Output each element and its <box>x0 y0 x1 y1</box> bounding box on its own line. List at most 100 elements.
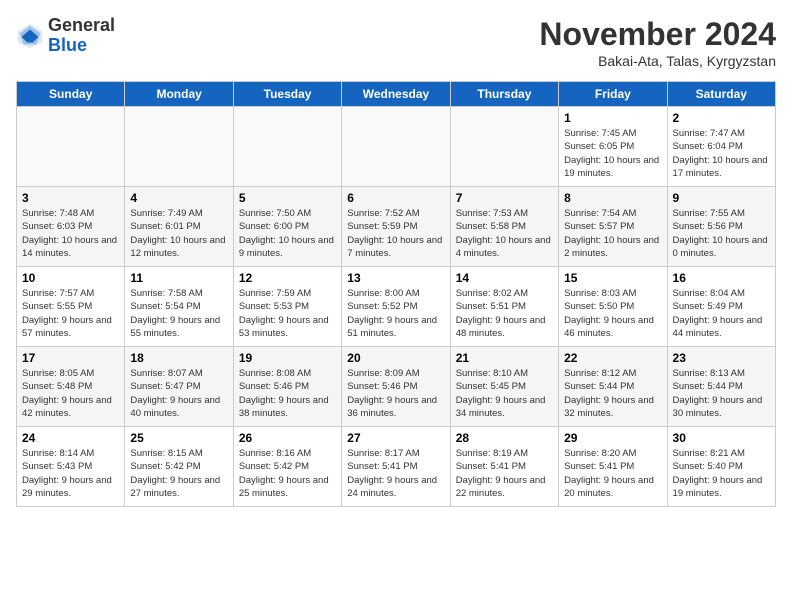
calendar-week-row: 10 Sunrise: 7:57 AM Sunset: 5:55 PM Dayli… <box>17 267 776 347</box>
day-number: 24 <box>22 431 119 445</box>
day-info: Sunrise: 8:08 AM Sunset: 5:46 PM Dayligh… <box>239 367 336 420</box>
weekday-header-friday: Friday <box>559 82 667 107</box>
location-subtitle: Bakai-Ata, Talas, Kyrgyzstan <box>539 53 776 69</box>
day-info: Sunrise: 8:00 AM Sunset: 5:52 PM Dayligh… <box>347 287 444 340</box>
day-info: Sunrise: 7:50 AM Sunset: 6:00 PM Dayligh… <box>239 207 336 260</box>
empty-day-cell <box>342 107 450 187</box>
day-cell-2: 2Sunrise: 7:47 AM Sunset: 6:04 PM Daylig… <box>667 107 775 187</box>
day-info: Sunrise: 7:52 AM Sunset: 5:59 PM Dayligh… <box>347 207 444 260</box>
day-cell-7: 7Sunrise: 7:53 AM Sunset: 5:58 PM Daylig… <box>450 187 558 267</box>
calendar-week-row: 3 Sunrise: 7:48 AM Sunset: 6:03 PM Daylig… <box>17 187 776 267</box>
day-number: 27 <box>347 431 444 445</box>
weekday-header-wednesday: Wednesday <box>342 82 450 107</box>
empty-day-cell <box>17 107 125 187</box>
day-number: 16 <box>673 271 770 285</box>
day-cell-15: 15 Sunrise: 8:03 AM Sunset: 5:50 PM Dayli… <box>559 267 667 347</box>
month-year-title: November 2024 <box>539 16 776 53</box>
day-info: Sunrise: 8:19 AM Sunset: 5:41 PM Dayligh… <box>456 447 553 500</box>
day-number: 15 <box>564 271 661 285</box>
weekday-header-thursday: Thursday <box>450 82 558 107</box>
day-number: 21 <box>456 351 553 365</box>
day-info: Sunrise: 8:16 AM Sunset: 5:42 PM Dayligh… <box>239 447 336 500</box>
day-info: Sunrise: 7:57 AM Sunset: 5:55 PM Dayligh… <box>22 287 119 340</box>
title-block: November 2024 Bakai-Ata, Talas, Kyrgyzst… <box>539 16 776 69</box>
day-number: 12 <box>239 271 336 285</box>
day-cell-28: 28Sunrise: 8:19 AM Sunset: 5:41 PM Dayli… <box>450 427 558 507</box>
day-number: 10 <box>22 271 119 285</box>
calendar-header-row: SundayMondayTuesdayWednesdayThursdayFrid… <box>17 82 776 107</box>
weekday-header-sunday: Sunday <box>17 82 125 107</box>
day-cell-12: 12 Sunrise: 7:59 AM Sunset: 5:53 PM Dayli… <box>233 267 341 347</box>
day-info: Sunrise: 7:58 AM Sunset: 5:54 PM Dayligh… <box>130 287 227 340</box>
day-number: 19 <box>239 351 336 365</box>
day-info: Sunrise: 8:13 AM Sunset: 5:44 PM Dayligh… <box>673 367 770 420</box>
day-info: Sunrise: 7:59 AM Sunset: 5:53 PM Dayligh… <box>239 287 336 340</box>
logo-general-text: General <box>48 16 115 36</box>
day-number: 13 <box>347 271 444 285</box>
day-info: Sunrise: 8:12 AM Sunset: 5:44 PM Dayligh… <box>564 367 661 420</box>
day-cell-27: 27 Sunrise: 8:17 AM Sunset: 5:41 PM Dayli… <box>342 427 450 507</box>
day-cell-8: 8Sunrise: 7:54 AM Sunset: 5:57 PM Daylig… <box>559 187 667 267</box>
day-cell-18: 18 Sunrise: 8:07 AM Sunset: 5:47 PM Dayli… <box>125 347 233 427</box>
day-info: Sunrise: 7:53 AM Sunset: 5:58 PM Dayligh… <box>456 207 553 260</box>
calendar-week-row: 1 Sunrise: 7:45 AM Sunset: 6:05 PM Daylig… <box>17 107 776 187</box>
day-info: Sunrise: 8:15 AM Sunset: 5:42 PM Dayligh… <box>130 447 227 500</box>
day-number: 18 <box>130 351 227 365</box>
day-number: 1 <box>564 111 661 125</box>
day-number: 30 <box>673 431 770 445</box>
day-cell-23: 23 Sunrise: 8:13 AM Sunset: 5:44 PM Dayli… <box>667 347 775 427</box>
day-number: 29 <box>564 431 661 445</box>
day-cell-4: 4 Sunrise: 7:49 AM Sunset: 6:01 PM Daylig… <box>125 187 233 267</box>
weekday-header-monday: Monday <box>125 82 233 107</box>
day-info: Sunrise: 7:49 AM Sunset: 6:01 PM Dayligh… <box>130 207 227 260</box>
day-cell-5: 5 Sunrise: 7:50 AM Sunset: 6:00 PM Daylig… <box>233 187 341 267</box>
weekday-header-tuesday: Tuesday <box>233 82 341 107</box>
logo-icon <box>16 22 44 50</box>
day-info: Sunrise: 8:07 AM Sunset: 5:47 PM Dayligh… <box>130 367 227 420</box>
day-info: Sunrise: 8:09 AM Sunset: 5:46 PM Dayligh… <box>347 367 444 420</box>
weekday-header-saturday: Saturday <box>667 82 775 107</box>
day-info: Sunrise: 8:20 AM Sunset: 5:41 PM Dayligh… <box>564 447 661 500</box>
day-cell-21: 21 Sunrise: 8:10 AM Sunset: 5:45 PM Dayli… <box>450 347 558 427</box>
day-number: 14 <box>456 271 553 285</box>
day-cell-10: 10 Sunrise: 7:57 AM Sunset: 5:55 PM Dayli… <box>17 267 125 347</box>
day-number: 22 <box>564 351 661 365</box>
calendar-week-row: 24 Sunrise: 8:14 AM Sunset: 5:43 PM Dayli… <box>17 427 776 507</box>
day-info: Sunrise: 8:14 AM Sunset: 5:43 PM Dayligh… <box>22 447 119 500</box>
empty-day-cell <box>233 107 341 187</box>
day-cell-16: 16 Sunrise: 8:04 AM Sunset: 5:49 PM Dayli… <box>667 267 775 347</box>
day-info: Sunrise: 8:04 AM Sunset: 5:49 PM Dayligh… <box>673 287 770 340</box>
day-cell-9: 9Sunrise: 7:55 AM Sunset: 5:56 PM Daylig… <box>667 187 775 267</box>
day-number: 17 <box>22 351 119 365</box>
day-number: 23 <box>673 351 770 365</box>
page-header: General Blue November 2024 Bakai-Ata, Ta… <box>16 16 776 69</box>
day-number: 2 <box>673 111 770 125</box>
empty-day-cell <box>450 107 558 187</box>
calendar-table: SundayMondayTuesdayWednesdayThursdayFrid… <box>16 81 776 507</box>
empty-day-cell <box>125 107 233 187</box>
day-number: 20 <box>347 351 444 365</box>
day-number: 26 <box>239 431 336 445</box>
day-info: Sunrise: 8:17 AM Sunset: 5:41 PM Dayligh… <box>347 447 444 500</box>
day-cell-11: 11Sunrise: 7:58 AM Sunset: 5:54 PM Dayli… <box>125 267 233 347</box>
day-info: Sunrise: 8:03 AM Sunset: 5:50 PM Dayligh… <box>564 287 661 340</box>
day-info: Sunrise: 8:10 AM Sunset: 5:45 PM Dayligh… <box>456 367 553 420</box>
day-cell-30: 30 Sunrise: 8:21 AM Sunset: 5:40 PM Dayli… <box>667 427 775 507</box>
day-cell-14: 14 Sunrise: 8:02 AM Sunset: 5:51 PM Dayli… <box>450 267 558 347</box>
day-number: 4 <box>130 191 227 205</box>
day-info: Sunrise: 7:45 AM Sunset: 6:05 PM Dayligh… <box>564 127 661 180</box>
day-number: 3 <box>22 191 119 205</box>
day-cell-29: 29 Sunrise: 8:20 AM Sunset: 5:41 PM Dayli… <box>559 427 667 507</box>
day-number: 25 <box>130 431 227 445</box>
logo-blue-text: Blue <box>48 36 115 56</box>
day-cell-19: 19 Sunrise: 8:08 AM Sunset: 5:46 PM Dayli… <box>233 347 341 427</box>
day-info: Sunrise: 7:55 AM Sunset: 5:56 PM Dayligh… <box>673 207 770 260</box>
day-info: Sunrise: 8:05 AM Sunset: 5:48 PM Dayligh… <box>22 367 119 420</box>
day-info: Sunrise: 8:21 AM Sunset: 5:40 PM Dayligh… <box>673 447 770 500</box>
day-cell-13: 13 Sunrise: 8:00 AM Sunset: 5:52 PM Dayli… <box>342 267 450 347</box>
day-info: Sunrise: 7:48 AM Sunset: 6:03 PM Dayligh… <box>22 207 119 260</box>
day-cell-3: 3 Sunrise: 7:48 AM Sunset: 6:03 PM Daylig… <box>17 187 125 267</box>
day-cell-26: 26 Sunrise: 8:16 AM Sunset: 5:42 PM Dayli… <box>233 427 341 507</box>
day-info: Sunrise: 8:02 AM Sunset: 5:51 PM Dayligh… <box>456 287 553 340</box>
day-number: 5 <box>239 191 336 205</box>
